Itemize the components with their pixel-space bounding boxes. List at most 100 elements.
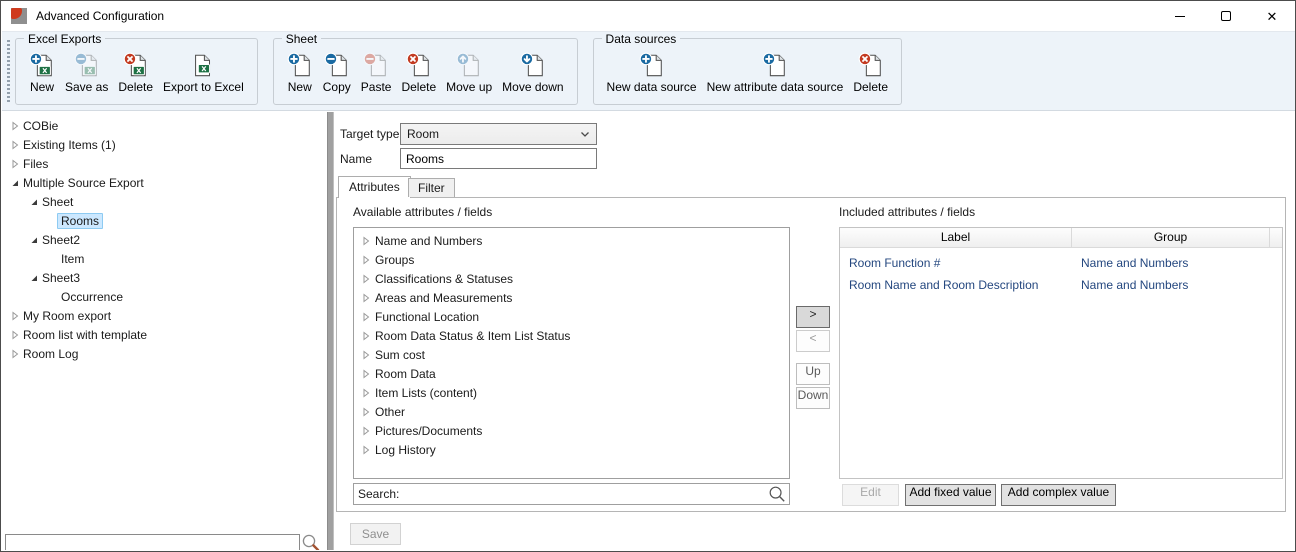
chevron-collapsed-icon[interactable] [10,330,23,340]
chevron-expanded-icon[interactable] [10,178,23,188]
chevron-collapsed-icon[interactable] [10,311,23,321]
column-header-group[interactable]: Group [1072,228,1270,247]
available-group-row[interactable]: Item Lists (content) [354,383,789,402]
sheet-editor-panel: Target type Room Name Attributes Filter … [334,112,1294,550]
chevron-collapsed-icon[interactable] [361,274,375,284]
available-group-row[interactable]: Classifications & Statuses [354,269,789,288]
remove-attribute-button[interactable]: < [796,330,830,352]
available-group-row[interactable]: Room Data Status & Item List Status [354,326,789,345]
data-source-delete-button[interactable]: Delete [848,52,893,94]
tree-item-sheet[interactable]: Sheet [2,192,327,211]
tree-item-item[interactable]: Item [2,249,327,268]
tree-search-input[interactable] [6,535,299,550]
target-type-value: Room [407,127,580,141]
sheet-move-down-button[interactable]: Move down [497,52,568,94]
export-to-excel-button[interactable]: Export to Excel [158,52,249,94]
chevron-collapsed-icon[interactable] [361,369,375,379]
tree-item-existing-items[interactable]: Existing Items (1) [2,135,327,154]
attributes-search-box [353,483,790,505]
attributes-search-input[interactable] [354,484,768,504]
available-group-row[interactable]: Log History [354,440,789,459]
chevron-expanded-icon[interactable] [29,273,42,283]
tree-item-my-room-export[interactable]: My Room export [2,306,327,325]
chevron-collapsed-icon[interactable] [361,388,375,398]
tree-item-sheet3[interactable]: Sheet3 [2,268,327,287]
available-group-row[interactable]: Pictures/Documents [354,421,789,440]
minimize-button[interactable] [1157,1,1203,31]
tree-item-multiple-source-export[interactable]: Multiple Source Export [2,173,327,192]
chevron-collapsed-icon[interactable] [10,140,23,150]
chevron-collapsed-icon[interactable] [10,121,23,131]
add-fixed-value-button[interactable]: Add fixed value [905,484,996,506]
new-attribute-data-source-button[interactable]: New attribute data source [702,52,849,94]
available-group-row[interactable]: Functional Location [354,307,789,326]
window-title: Advanced Configuration [36,9,164,23]
sheet-paste-label: Paste [361,80,392,94]
add-attribute-button[interactable]: > [796,306,830,328]
target-type-select[interactable]: Room [400,123,597,145]
target-type-label: Target type [340,123,399,145]
tab-filter[interactable]: Filter [408,178,455,197]
chevron-collapsed-icon[interactable] [361,255,375,265]
tree-search-icon[interactable] [301,533,320,550]
available-group-row[interactable]: Room Data [354,364,789,383]
excel-save-as-button[interactable]: Save as [60,52,113,94]
sheet-paste-button[interactable]: Paste [356,52,397,94]
available-attributes-list: Name and Numbers Groups Classifications … [353,227,790,479]
chevron-collapsed-icon[interactable] [361,312,375,322]
row-group-cell: Name and Numbers [1072,278,1282,292]
tree-item-occurrence[interactable]: Occurrence [2,287,327,306]
group-excel-exports-title: Excel Exports [24,32,105,46]
chevron-collapsed-icon[interactable] [10,349,23,359]
chevron-expanded-icon[interactable] [29,197,42,207]
chevron-collapsed-icon[interactable] [361,426,375,436]
table-row[interactable]: Room Name and Room Description Name and … [840,274,1282,296]
sheet-delete-button[interactable]: Delete [396,52,441,94]
close-button[interactable]: ✕ [1249,1,1295,31]
add-complex-value-button[interactable]: Add complex value [1001,484,1116,506]
maximize-button[interactable] [1203,1,1249,31]
panel-splitter[interactable] [327,112,334,550]
included-attributes-table: Label Group Room Function # Name and Num… [839,227,1283,479]
available-group-row[interactable]: Groups [354,250,789,269]
table-row[interactable]: Room Function # Name and Numbers [840,252,1282,274]
tree-item-sheet2[interactable]: Sheet2 [2,230,327,249]
tree-item-files[interactable]: Files [2,154,327,173]
available-group-row[interactable]: Sum cost [354,345,789,364]
save-button[interactable]: Save [350,523,401,545]
column-header-label[interactable]: Label [840,228,1072,247]
chevron-collapsed-icon[interactable] [10,159,23,169]
export-to-excel-icon [190,52,216,78]
sheet-copy-button[interactable]: Copy [318,52,356,94]
available-group-row[interactable]: Areas and Measurements [354,288,789,307]
tab-attributes[interactable]: Attributes [338,176,411,198]
edit-button[interactable]: Edit [842,484,899,506]
excel-delete-button[interactable]: Delete [113,52,158,94]
chevron-collapsed-icon[interactable] [361,293,375,303]
chevron-collapsed-icon[interactable] [361,236,375,246]
new-data-source-button[interactable]: New data source [602,52,702,94]
copy-sheet-icon [324,52,350,78]
sheet-move-up-label: Move up [446,80,492,94]
available-group-row[interactable]: Other [354,402,789,421]
chevron-expanded-icon[interactable] [29,235,42,245]
sheet-move-up-button[interactable]: Move up [441,52,497,94]
excel-new-button[interactable]: New [24,52,60,94]
name-field[interactable] [400,148,597,169]
window-controls: ✕ [1157,1,1295,31]
toolbar-gripper[interactable] [7,40,10,102]
toolbar: Excel Exports New [2,31,1296,111]
tree-item-cobie[interactable]: COBie [2,116,327,135]
tree-item-room-log[interactable]: Room Log [2,344,327,363]
chevron-collapsed-icon[interactable] [361,350,375,360]
row-label-cell: Room Function # [840,256,1072,270]
tree-item-room-list-with-template[interactable]: Room list with template [2,325,327,344]
sheet-new-button[interactable]: New [282,52,318,94]
chevron-collapsed-icon[interactable] [361,407,375,417]
move-attribute-up-button[interactable]: Up [796,363,830,385]
chevron-collapsed-icon[interactable] [361,445,375,455]
move-attribute-down-button[interactable]: Down [796,387,830,409]
chevron-collapsed-icon[interactable] [361,331,375,341]
tree-item-rooms[interactable]: Rooms [2,211,327,230]
available-group-row[interactable]: Name and Numbers [354,231,789,250]
